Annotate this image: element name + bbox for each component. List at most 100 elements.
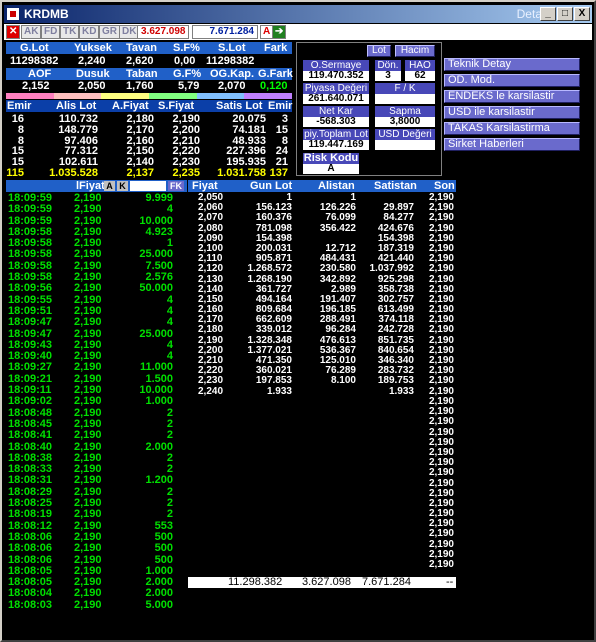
don-value: 3 — [375, 71, 401, 81]
header-dusuk: Dusuk — [76, 68, 110, 80]
depth-cell: 1.031.758 — [217, 167, 266, 179]
filter-input[interactable] — [130, 181, 166, 191]
header-ogkap: OG.Kap. — [210, 68, 255, 80]
gfark-value: 0,120 — [260, 80, 288, 92]
son-tail-column: 2,190 2,190 2,190 2,190 2,190 2,190 2,190 2,190… — [422, 396, 456, 570]
trade-price: 2,190 — [74, 429, 102, 442]
trade-price: 2,190 — [74, 282, 102, 295]
dusuk-value: 2,050 — [78, 80, 106, 92]
header-slot: S.Lot — [218, 42, 246, 54]
trade-price: 2,190 — [74, 203, 102, 216]
close-button[interactable]: X — [574, 7, 590, 21]
total-son: -- — [446, 576, 454, 588]
total-satistan: 7.671.284 — [362, 576, 411, 588]
price-row: 2,170 662.609 288.491 374.118 2,190 — [188, 315, 456, 325]
trade-lot: 4 — [166, 203, 173, 216]
price-cell: 197.853 — [255, 375, 292, 387]
arrow-right-icon[interactable]: ➔ — [272, 25, 287, 39]
price-row: 2,220 360.021 76.289 283.732 2,190 — [188, 366, 456, 376]
summary-header-2: AOF Dusuk Taban G.F% OG.Kap. G.Fark — [6, 68, 293, 80]
hacim-button[interactable]: Hacim — [395, 45, 435, 57]
price-table: 2,050 1 1 2,190 2,060 156.123 126.226 29.897 2,1… — [188, 193, 456, 397]
menu-item-od-mod-[interactable]: OD. Mod. — [444, 74, 580, 87]
header-yuksek: Yuksek — [74, 42, 112, 54]
menu-item-teknik-detay[interactable]: Teknik Detay — [444, 58, 580, 71]
gf-value: 5,79 — [178, 80, 200, 92]
tab-kd[interactable]: KD — [79, 25, 100, 39]
header-taban: Taban — [126, 68, 158, 80]
price-cell: 1.933 — [388, 385, 414, 397]
trade-row: 18:09:59 2,190 4 — [6, 204, 187, 215]
tab-ak[interactable]: AK — [21, 25, 42, 39]
header-sfiyat: S.Fiyat — [158, 100, 195, 112]
price-cell: 96.284 — [325, 324, 356, 336]
price-cell: 8.100 — [330, 375, 356, 387]
trade-lot: 553 — [154, 519, 173, 532]
fk-button[interactable]: FK — [168, 181, 184, 191]
price-cell: 2,070 — [198, 212, 224, 224]
trade-row: 18:08:41 2,190 2 — [6, 430, 187, 441]
trade-time: 18:08:06 — [8, 542, 53, 555]
lot-button[interactable]: Lot — [367, 45, 391, 57]
title-bar[interactable]: KRDMB Detay _ □ X — [4, 5, 592, 23]
trade-time: 18:09:59 — [8, 203, 53, 216]
ogkap-value: 2,070 — [218, 80, 246, 92]
price-cell: 1.268.190 — [247, 273, 293, 285]
tab-gr[interactable]: GR — [99, 25, 120, 39]
price-row: 2,090 154.398 154.398 2,190 — [188, 233, 456, 244]
price-cell: 242.728 — [377, 324, 414, 336]
a-sort-button[interactable]: A — [104, 181, 115, 191]
minimize-button[interactable]: _ — [540, 7, 556, 21]
trade-time: 18:08:12 — [8, 519, 53, 532]
menu-item-usd-ile-karsilastir[interactable]: USD ile karsilastir — [444, 106, 580, 119]
header-alistan: Alistan — [318, 180, 355, 192]
total-gun-lot: 11.298.382 — [228, 576, 283, 588]
price-cell: 342.892 — [319, 273, 356, 285]
header-tavan: Tavan — [126, 42, 157, 54]
trade-price: 2,190 — [74, 361, 102, 374]
fk-value — [375, 94, 435, 104]
depth-cell: 137 — [269, 167, 288, 179]
trade-price: 2,190 — [74, 214, 102, 227]
trade-time: 18:08:06 — [8, 553, 53, 566]
header-aof: AOF — [28, 68, 52, 80]
price-cell: 2,190 — [428, 263, 454, 275]
price-cell: 1.933 — [266, 385, 292, 397]
info-panel: Lot Hacim O.Sermaye 119.470.352 Dön. 3 H… — [296, 42, 442, 176]
tab-tk[interactable]: TK — [60, 25, 80, 39]
trade-time: 18:09:56 — [8, 282, 53, 295]
trade-lot: 2 — [166, 406, 173, 419]
sf-value: 0,00 — [174, 55, 196, 67]
trade-lot: 11.000 — [139, 361, 173, 374]
price-cell: 925.298 — [377, 273, 414, 285]
trade-price: 2,190 — [74, 406, 102, 419]
trade-row: 18:09:02 2,190 1.000 — [6, 396, 187, 407]
price-cell: 230.580 — [319, 263, 356, 275]
maximize-button[interactable]: □ — [557, 7, 573, 21]
price-cell: 2,230 — [198, 375, 224, 387]
close-icon[interactable]: ✕ — [6, 25, 21, 39]
trade-time: 18:08:41 — [8, 429, 53, 442]
trade-price: 2,190 — [74, 598, 102, 611]
usd-label: USD Değeri — [375, 129, 435, 140]
trade-lot: 5.000 — [145, 598, 173, 611]
menu-item-endeks-le-karsilastir[interactable]: ENDEKS le karsilastir — [444, 90, 580, 103]
trade-lot: 1.200 — [145, 474, 173, 487]
k-sort-button[interactable]: K — [117, 181, 128, 191]
taban-value: 1,760 — [126, 80, 154, 92]
trade-lot: 2 — [166, 508, 173, 521]
trade-row: 18:08:03 2,190 5.000 — [6, 598, 187, 611]
header-gf: G.F% — [173, 68, 202, 80]
price-row: 2,120 1.268.572 230.580 1.037.992 2,190 — [188, 264, 456, 274]
depth-cell: 1.035.528 — [49, 167, 98, 179]
trade-time: 18:08:03 — [8, 598, 53, 611]
header-fiyat[interactable]: Fiyat — [192, 180, 218, 192]
menu-item-takas-karsilastirma[interactable]: TAKAS Karsilastirma — [444, 122, 580, 135]
trade-time: 18:09:59 — [8, 214, 53, 227]
trade-lot: 2 — [166, 429, 173, 442]
header-glot: G.Lot — [20, 42, 49, 54]
tab-fd[interactable]: FD — [41, 25, 61, 39]
menu-item-sirket-haberleri[interactable]: Sirket Haberleri — [444, 138, 580, 151]
trade-lot: 2.000 — [145, 440, 173, 453]
trade-time: 18:08:19 — [8, 508, 53, 521]
